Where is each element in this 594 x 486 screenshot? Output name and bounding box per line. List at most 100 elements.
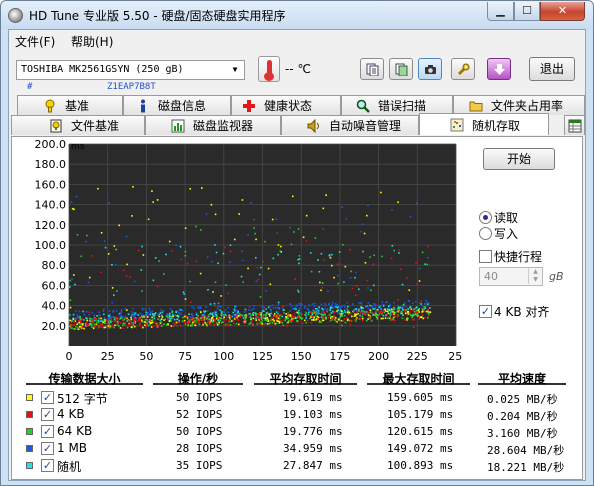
chart-point xyxy=(250,318,252,321)
chart-point xyxy=(318,270,321,273)
spin-up-icon[interactable]: ▲ xyxy=(528,268,542,276)
chart-point xyxy=(334,319,337,321)
chart-point xyxy=(116,322,119,325)
close-button[interactable]: ✕ xyxy=(540,2,585,21)
minimize-button[interactable]: ▁ xyxy=(487,2,514,21)
serial-hash: # xyxy=(27,82,33,92)
chart-point xyxy=(287,316,290,318)
tab-extra[interactable] xyxy=(564,115,585,135)
title-bar[interactable]: HD Tune 专业版 5.50 - 硬盘/固态硬盘实用程序 ▁ ☐ ✕ xyxy=(1,1,593,29)
chart-point xyxy=(322,228,325,230)
chart-point xyxy=(353,315,356,317)
tab-noise-management[interactable]: 自动噪音管理 xyxy=(281,115,419,135)
temperature-readout: -- ℃ xyxy=(285,62,311,76)
chart-point xyxy=(130,316,132,319)
menu-file[interactable]: 文件(F) xyxy=(15,33,55,50)
chart-point xyxy=(160,325,163,327)
short-stroke-spinner[interactable]: 40 ▲ ▼ xyxy=(479,267,543,286)
chart-point xyxy=(202,319,204,322)
chart-point xyxy=(226,322,228,325)
tab-file-benchmark[interactable]: 文件基准 xyxy=(11,115,145,135)
chart-point xyxy=(267,306,270,309)
chart-point xyxy=(343,281,345,283)
series-checkbox[interactable]: ✓ xyxy=(41,459,54,472)
series-checkbox[interactable]: ✓ xyxy=(41,408,54,421)
chart-point xyxy=(237,319,240,322)
tab-health[interactable]: 健康状态 xyxy=(231,95,341,115)
chart-point xyxy=(331,303,334,306)
chart-point xyxy=(252,312,254,315)
chart-point xyxy=(327,314,329,317)
chart-point xyxy=(351,303,354,305)
chart-point xyxy=(426,263,429,266)
chart-point xyxy=(95,317,98,320)
copy-text-button[interactable] xyxy=(360,58,384,80)
short-stroke-checkbox[interactable] xyxy=(479,250,492,263)
chart-point xyxy=(270,320,273,323)
chart-point xyxy=(398,306,400,309)
screenshot-button[interactable] xyxy=(418,58,442,80)
chart-point xyxy=(253,218,255,221)
chart-point xyxy=(349,323,352,326)
maximize-button[interactable]: ☐ xyxy=(514,2,540,21)
start-button[interactable]: 开始 xyxy=(483,148,555,170)
chart-point xyxy=(259,296,262,298)
series-checkbox[interactable]: ✓ xyxy=(41,442,54,455)
chart-point xyxy=(112,316,115,318)
options-button[interactable] xyxy=(451,58,475,80)
tab-random-access[interactable]: 随机存取 xyxy=(419,113,549,135)
chart-point xyxy=(245,317,247,319)
chart-point xyxy=(100,317,102,320)
x-tick-label: 150 xyxy=(291,350,312,363)
chart-point xyxy=(191,319,194,322)
chart-point xyxy=(290,243,293,246)
chart-point xyxy=(291,316,294,318)
chart-point xyxy=(312,308,315,311)
chart-point xyxy=(108,310,111,312)
chart-point xyxy=(104,326,107,329)
chart-point xyxy=(266,312,269,315)
chart-point xyxy=(116,324,119,326)
exit-button[interactable]: 退出 xyxy=(529,57,575,81)
chart-point xyxy=(310,321,313,324)
chart-point xyxy=(227,324,230,326)
chart-point xyxy=(135,312,138,315)
drive-select[interactable]: TOSHIBA MK2561GSYN (250 gB) ▼ xyxy=(16,60,245,80)
chart-point xyxy=(269,320,271,323)
chart-point xyxy=(343,318,346,320)
tab-disk-info[interactable]: 磁盘信息 xyxy=(123,95,231,115)
chart-point xyxy=(211,313,214,316)
series-checkbox[interactable]: ✓ xyxy=(41,425,54,438)
spin-down-icon[interactable]: ▼ xyxy=(528,276,542,284)
chart-point xyxy=(337,282,340,285)
tab-disk-monitor[interactable]: 磁盘监视器 xyxy=(145,115,281,135)
write-radio[interactable] xyxy=(479,227,492,240)
chart-point xyxy=(415,311,418,314)
chart-point xyxy=(112,310,115,312)
chart-point xyxy=(219,309,222,311)
menu-help[interactable]: 帮助(H) xyxy=(71,33,113,50)
tab-benchmark[interactable]: 基准 xyxy=(17,95,123,115)
chart-point xyxy=(380,317,383,320)
chart-point xyxy=(409,215,412,218)
chart-point xyxy=(421,251,424,254)
chart-point xyxy=(129,276,131,278)
series-checkbox[interactable]: ✓ xyxy=(41,391,54,404)
align-4kb-checkbox[interactable]: ✓ xyxy=(479,305,492,318)
chart-point xyxy=(322,311,324,313)
save-button[interactable] xyxy=(487,58,511,80)
chart-point xyxy=(418,307,421,310)
copy-info-button[interactable] xyxy=(389,58,413,80)
read-radio[interactable] xyxy=(479,211,492,224)
chart-point xyxy=(99,314,101,316)
chart-point xyxy=(285,318,287,320)
chart-point xyxy=(251,323,254,325)
chart-point xyxy=(199,272,202,275)
chart-point xyxy=(78,325,81,328)
chart-point xyxy=(182,316,184,319)
chart-point xyxy=(172,325,175,328)
tab-disk-monitor-label: 磁盘监视器 xyxy=(193,119,254,133)
tab-error-scan[interactable]: 错误扫描 xyxy=(341,95,453,115)
tab-folder-usage[interactable]: 文件夹占用率 xyxy=(453,95,585,115)
chart-point xyxy=(151,319,154,321)
